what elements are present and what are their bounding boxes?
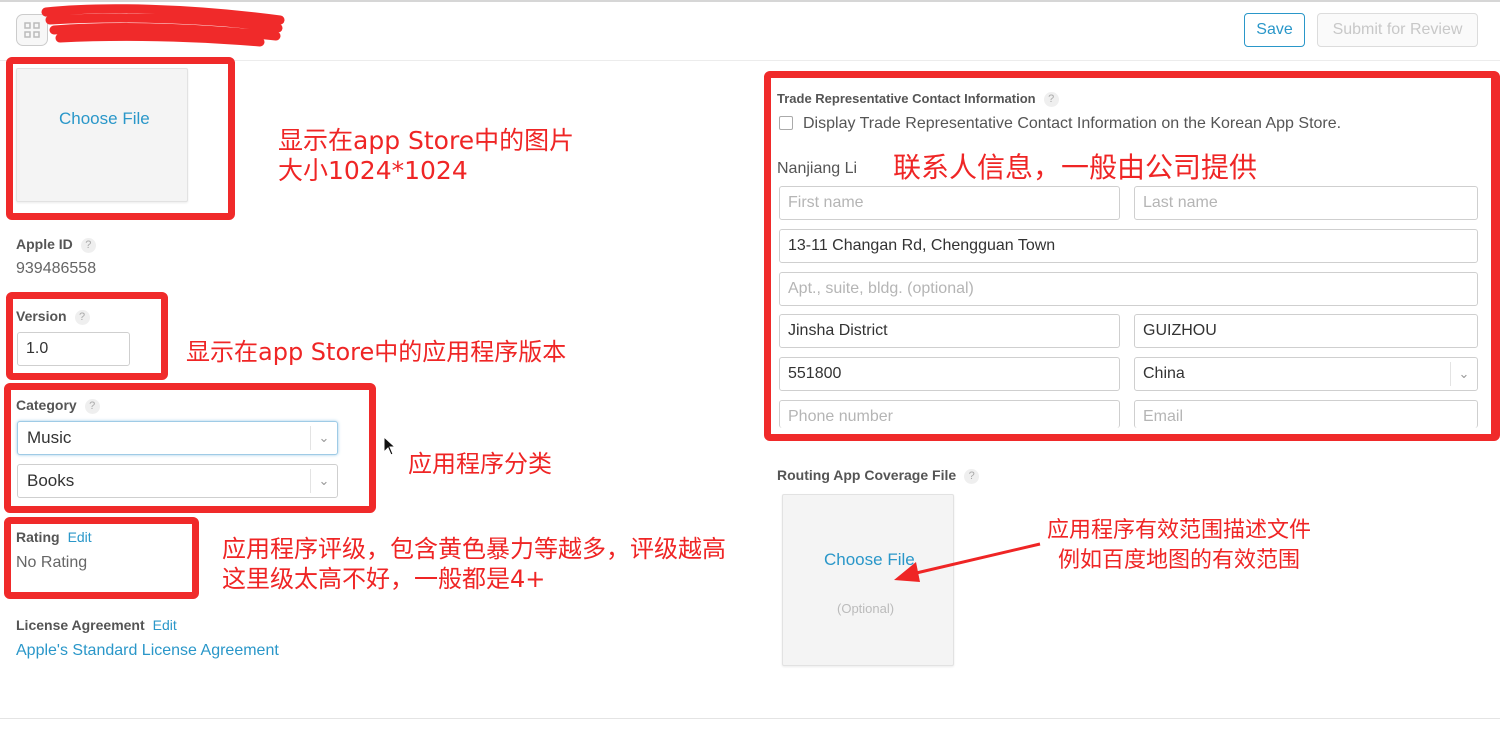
apple-id-label-text: Apple ID: [16, 236, 73, 252]
annotation-version-text: 显示在app Store中的应用程序版本: [186, 338, 567, 366]
routing-optional-label: (Optional): [837, 601, 895, 616]
annotation-routing-text: 应用程序有效范围描述文件 例如百度地图的有效范围: [1047, 516, 1311, 576]
routing-label: Routing App Coverage File?: [777, 467, 980, 484]
license-label: License Agreement Edit: [16, 617, 177, 633]
annotation-box-image: [6, 57, 235, 220]
help-icon[interactable]: ?: [80, 238, 96, 253]
annotation-rating-line2: 这里级太高不好，一般都是4+: [222, 565, 546, 593]
annotation-rating-text: 应用程序评级，包含黄色暴力等越多，评级越高 这里级太高不好，一般都是4+: [222, 534, 726, 594]
apple-id-label: Apple ID?: [16, 236, 96, 253]
annotation-box-category: [4, 383, 376, 513]
license-edit-link[interactable]: Edit: [153, 617, 177, 633]
bottom-divider: [0, 718, 1500, 719]
annotation-rating-line1: 应用程序评级，包含黄色暴力等越多，评级越高: [222, 535, 726, 563]
annotation-arrow: [894, 542, 1041, 582]
annotation-image-line2: 大小1024*1024: [278, 156, 468, 185]
license-label-text: License Agreement: [16, 617, 145, 633]
annotation-category-text: 应用程序分类: [408, 450, 552, 478]
apple-id-value: 939486558: [16, 260, 97, 277]
annotation-box-rating: [4, 517, 199, 599]
submit-for-review-button[interactable]: Submit for Review: [1317, 13, 1478, 47]
annotation-image-text: 显示在app Store中的图片 大小1024*1024: [278, 126, 574, 186]
annotation-box-contact: [764, 71, 1500, 441]
mouse-cursor-icon: [383, 436, 397, 456]
license-agreement-link[interactable]: Apple's Standard License Agreement: [16, 642, 279, 660]
redaction-scribble: [41, 4, 285, 47]
annotation-box-version: [6, 292, 168, 380]
help-icon[interactable]: ?: [964, 469, 980, 484]
annotation-image-line1: 显示在app Store中的图片: [278, 126, 575, 155]
annotation-routing-line2: 例如百度地图的有效范围: [1058, 548, 1301, 573]
routing-label-text: Routing App Coverage File: [777, 467, 957, 483]
save-button[interactable]: Save: [1244, 13, 1305, 47]
annotation-routing-line1: 应用程序有效范围描述文件: [1047, 518, 1312, 543]
